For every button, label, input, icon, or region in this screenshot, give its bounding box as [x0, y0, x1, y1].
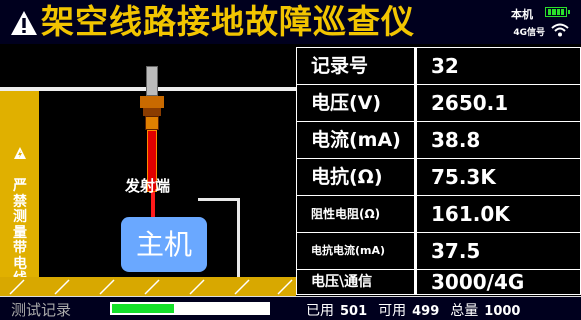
row-label: 阻性电阻(Ω): [297, 196, 414, 232]
total-value: 1000: [484, 304, 521, 319]
table-row: 记录号 32: [297, 48, 580, 84]
host-unit: 主机: [121, 217, 207, 272]
clamp-head: [140, 96, 164, 108]
row-value: 3000/4G: [417, 270, 580, 294]
table-row: 电压(V) 2650.1: [297, 85, 580, 121]
clamp-body: [145, 116, 159, 130]
high-voltage-icon: [14, 147, 26, 159]
storage-progress: [110, 302, 270, 315]
clamp-neck: [143, 108, 161, 116]
footer-bar: 测试记录 已用 501 可用 499 总量 1000: [0, 296, 581, 320]
table-row: 电流(mA) 38.8: [297, 122, 580, 158]
wifi-icon: [551, 23, 569, 37]
record-label: 测试记录: [11, 301, 72, 319]
header-bar: 架空线路接地故障巡查仪 本机 4G信号: [0, 0, 581, 44]
table-row: 电抗电流(mA) 37.5: [297, 233, 580, 269]
app-title: 架空线路接地故障巡查仪: [41, 2, 415, 41]
row-label: 电压\通信: [297, 270, 414, 294]
battery-icon: [545, 7, 570, 17]
status-area: 本机 4G信号: [495, 4, 575, 40]
row-value: 37.5: [417, 233, 580, 269]
used-value: 501: [340, 304, 368, 319]
row-value: 38.8: [417, 122, 580, 158]
row-label: 电抗(Ω): [297, 159, 414, 195]
diagram-panel: 发射端 主机 严禁测量带电线路: [0, 44, 296, 296]
clamp-holder: [146, 66, 158, 96]
table-row: 电压\通信 3000/4G: [297, 270, 580, 294]
emitter-label: 发射端: [125, 177, 171, 195]
memory-stats: 已用 501 可用 499 总量 1000: [306, 300, 531, 320]
total-label: 总量: [450, 303, 479, 319]
row-value: 75.3K: [417, 159, 580, 195]
warning-strip: 严禁测量带电线路: [0, 91, 39, 296]
table-row: 阻性电阻(Ω) 161.0K: [297, 196, 580, 232]
row-label: 电抗电流(mA): [297, 233, 414, 269]
used-label: 已用: [306, 303, 334, 319]
row-value: 2650.1: [417, 85, 580, 121]
row-label: 电流(mA): [297, 122, 414, 158]
row-label: 记录号: [297, 48, 414, 84]
ground-area: [0, 277, 296, 296]
row-value: 161.0K: [417, 196, 580, 232]
available-label: 可用: [378, 303, 407, 319]
warning-icon: [11, 11, 37, 35]
row-label: 电压(V): [297, 85, 414, 121]
table-row: 电抗(Ω) 75.3K: [297, 159, 580, 195]
host-label: 本机: [511, 8, 533, 21]
available-value: 499: [412, 304, 440, 319]
ground-hatch: [9, 279, 293, 295]
row-value: 32: [417, 48, 580, 84]
storage-progress-fill: [112, 304, 175, 313]
measurement-table: 记录号 32 电压(V) 2650.1 电流(mA) 38.8 电抗(Ω) 75…: [296, 47, 581, 295]
signal-label: 4G信号: [513, 28, 545, 38]
